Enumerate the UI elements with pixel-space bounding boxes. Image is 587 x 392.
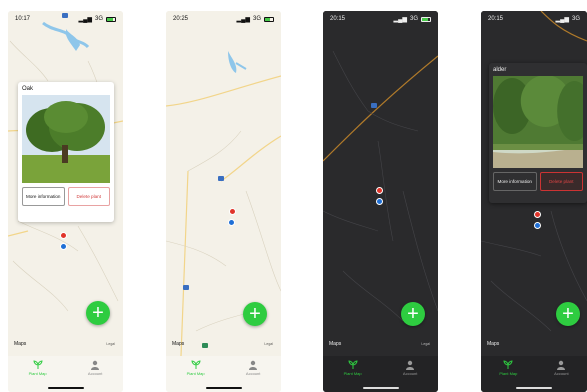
tab-plant-map-label: Plant Map <box>186 371 205 376</box>
battery-icon <box>421 16 431 22</box>
maps-label: Maps <box>487 341 500 347</box>
maps-label: Maps <box>14 341 27 347</box>
phone-screen-1: 10:17 ▂▄▆ 3G Oak More information Delete… <box>8 11 123 392</box>
plant-icon <box>33 360 43 369</box>
person-icon <box>249 360 258 370</box>
home-indicator <box>205 387 242 389</box>
signal-icon: ▂▄▆ <box>236 16 250 23</box>
plant-icon <box>191 360 201 369</box>
tab-plant-map[interactable]: Plant Map <box>187 360 205 376</box>
legal-link[interactable]: Legal <box>264 342 273 346</box>
map-canvas[interactable] <box>166 11 281 356</box>
add-plant-button[interactable]: + <box>401 302 425 326</box>
tab-plant-map-label: Plant Map <box>343 371 362 376</box>
maps-label: Maps <box>172 341 185 347</box>
add-plant-button[interactable]: + <box>243 302 267 326</box>
status-bar: 10:17 ▂▄▆ 3G <box>8 11 123 27</box>
delete-plant-button[interactable]: Delete plant <box>67 187 110 206</box>
phone-screen-3: 20:15 ▂▄▆ 3G + Maps Legal Plant Map Acco… <box>323 11 438 392</box>
tab-plant-map[interactable]: Plant Map <box>344 360 362 376</box>
legal-link[interactable]: Legal <box>106 342 115 346</box>
status-time: 20:25 <box>173 16 189 22</box>
more-information-button[interactable]: More information <box>22 187 65 206</box>
legal-link[interactable]: Legal <box>421 342 430 346</box>
status-time: 10:17 <box>15 16 31 22</box>
add-plant-button[interactable]: + <box>556 302 580 326</box>
status-time: 20:15 <box>488 16 504 22</box>
user-location-dot <box>534 222 541 229</box>
phone-screen-2: 20:25 ▂▄▆ 3G + Maps Legal Plant Map Acco… <box>166 11 281 392</box>
network-label: 3G <box>571 16 580 22</box>
tab-account-label: Account <box>245 371 261 376</box>
network-label: 3G <box>409 16 418 22</box>
home-indicator <box>362 387 399 389</box>
status-bar: 20:25 ▂▄▆ 3G <box>166 11 281 27</box>
maps-label: Maps <box>329 341 342 347</box>
network-label: 3G <box>252 16 261 22</box>
plant-name: Oak <box>22 86 34 92</box>
plant-icon <box>503 360 513 369</box>
user-location-dot <box>376 198 383 205</box>
apple-maps-logo: Maps <box>329 341 341 347</box>
tab-account-label: Account <box>402 371 418 376</box>
plant-photo <box>493 76 583 168</box>
tab-account[interactable]: Account <box>246 360 260 376</box>
plant-marker[interactable] <box>376 187 383 194</box>
battery-icon <box>264 16 274 22</box>
apple-maps-logo: Maps <box>487 341 499 347</box>
tab-plant-map-label: Plant Map <box>499 371 518 376</box>
tab-plant-map[interactable]: Plant Map <box>499 360 517 376</box>
more-information-button[interactable]: More information <box>493 172 537 191</box>
person-icon <box>91 360 100 370</box>
apple-maps-logo: Maps <box>172 341 184 347</box>
person-icon <box>406 360 415 370</box>
home-indicator <box>516 387 552 389</box>
user-location-dot <box>228 219 235 226</box>
status-bar: 20:15 ▂▄▆ 3G <box>323 11 438 27</box>
tab-account[interactable]: Account <box>403 360 417 376</box>
plant-name: alder <box>493 67 507 73</box>
status-bar: 20:15 ▂▄▆ 3G <box>481 11 587 27</box>
tab-account[interactable]: Account <box>554 360 569 376</box>
delete-plant-button[interactable]: Delete plant <box>539 172 583 191</box>
tab-account-label: Account <box>554 371 569 376</box>
signal-icon: ▂▄▆ <box>78 16 92 23</box>
alder-tree-image <box>493 76 583 168</box>
battery-icon <box>106 16 116 22</box>
signal-icon: ▂▄▆ <box>555 16 569 23</box>
plant-marker[interactable] <box>60 232 67 239</box>
person-icon <box>557 360 566 370</box>
tab-account-label: Account <box>87 371 103 376</box>
add-plant-button[interactable]: + <box>86 301 110 325</box>
plant-icon <box>348 360 358 369</box>
plant-marker[interactable] <box>534 211 541 218</box>
user-location-dot <box>60 243 67 250</box>
signal-icon: ▂▄▆ <box>393 16 407 23</box>
tab-account[interactable]: Account <box>88 360 102 376</box>
home-indicator <box>47 387 84 389</box>
plant-photo <box>22 95 110 183</box>
phone-screen-4: 20:15 ▂▄▆ 3G alder More information Dele… <box>481 11 587 392</box>
apple-maps-logo: Maps <box>14 341 26 347</box>
plant-popup: alder More information Delete plant <box>489 63 587 203</box>
oak-tree-image <box>22 95 110 183</box>
network-label: 3G <box>94 16 103 22</box>
status-time: 20:15 <box>330 16 346 22</box>
tab-plant-map[interactable]: Plant Map <box>29 360 47 376</box>
tab-plant-map-label: Plant Map <box>28 371 47 376</box>
plant-popup: Oak More information Delete plant <box>18 82 114 222</box>
map-view[interactable] <box>166 11 281 356</box>
plant-marker[interactable] <box>229 208 236 215</box>
